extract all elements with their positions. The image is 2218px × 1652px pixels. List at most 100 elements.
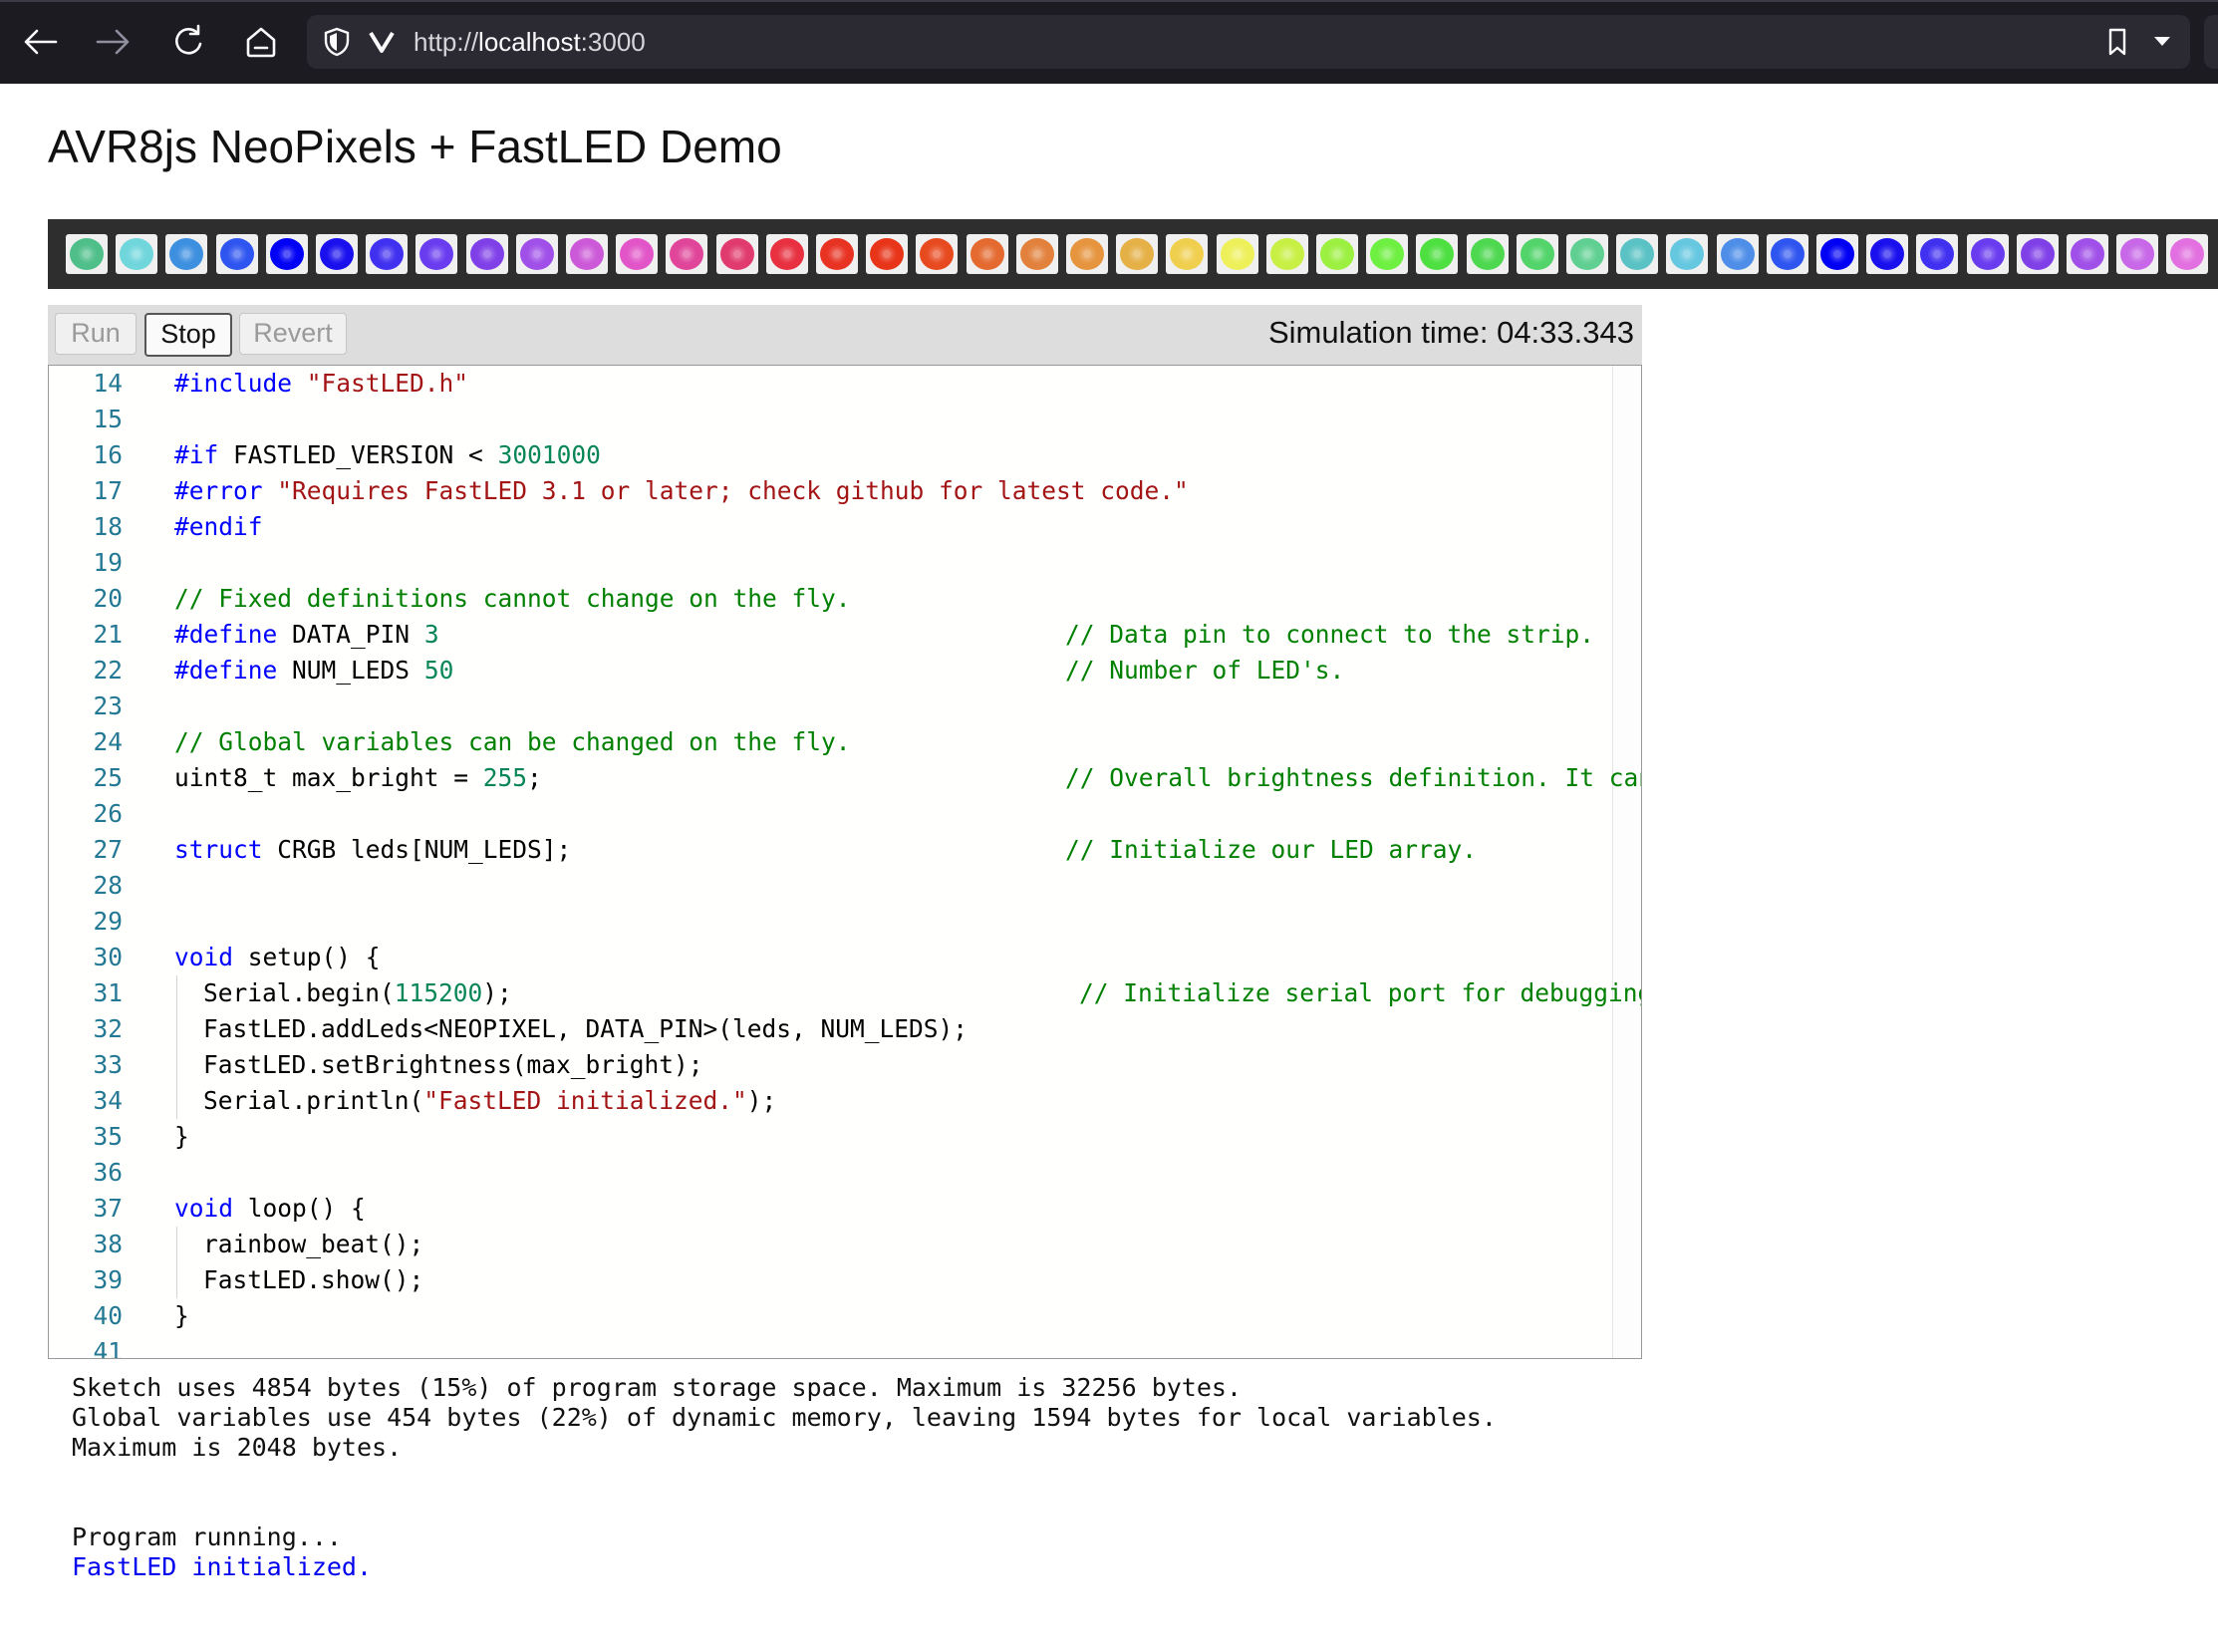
home-icon[interactable] — [241, 22, 281, 62]
neopixel-led — [1366, 234, 1409, 274]
toolbar-edge-button[interactable] — [2204, 15, 2218, 69]
line-number: 14 — [93, 369, 123, 398]
led-light — [970, 238, 1004, 270]
code-line: 30 void setup() { — [49, 940, 1641, 975]
led-light — [670, 238, 704, 270]
line-number: 16 — [93, 440, 123, 469]
simulation-time: Simulation time: 04:33.343 — [1267, 315, 1634, 350]
led-light — [1019, 238, 1054, 270]
led-chip — [1032, 250, 1041, 258]
output-line: Maximum is 2048 bytes. — [72, 1433, 403, 1462]
led-chip — [633, 250, 642, 258]
code-line: 36 — [49, 1155, 1641, 1191]
code-line: 17 #error "Requires FastLED 3.1 or later;… — [49, 473, 1641, 509]
led-chip — [782, 250, 791, 258]
code-line: 14 #include "FastLED.h" — [49, 366, 1641, 402]
neopixel-led — [1416, 234, 1459, 274]
line-number: 37 — [93, 1194, 123, 1223]
url-text[interactable]: http://localhost:3000 — [414, 27, 646, 58]
shield-icon[interactable] — [323, 27, 351, 62]
led-light — [920, 238, 955, 270]
led-light — [519, 238, 554, 270]
led-chip — [383, 250, 392, 258]
url-bar[interactable]: http://localhost:3000 — [307, 15, 2190, 69]
led-chip — [182, 250, 191, 258]
led-light — [1269, 238, 1304, 270]
line-number: 23 — [93, 691, 123, 720]
chrome-top-border — [0, 0, 2218, 2]
led-chip — [482, 250, 491, 258]
code-editor[interactable]: 14 #include "FastLED.h" 15 16 #if FASTLED_… — [48, 365, 1642, 1359]
led-light — [370, 238, 405, 270]
led-chip — [1083, 250, 1091, 258]
indent-guide — [176, 1083, 177, 1119]
neopixel-led — [966, 234, 1008, 274]
led-light — [1170, 238, 1205, 270]
led-light — [1520, 238, 1554, 270]
neopixel-led — [215, 234, 258, 274]
page-title: AVR8js NeoPixels + FastLED Demo — [48, 121, 782, 172]
code-line: 20// Fixed definitions cannot change on … — [49, 581, 1641, 617]
line-number: 25 — [93, 763, 123, 792]
indent-guide — [176, 1011, 177, 1047]
code-line: 25 uint8_t max_bright = 255;// Overall br… — [49, 760, 1641, 796]
back-arrow-icon[interactable] — [20, 22, 60, 62]
code-line: 27 struct CRGB leds[NUM_LEDS];// Initiali… — [49, 832, 1641, 868]
line-number: 33 — [93, 1050, 123, 1079]
neopixel-led — [1566, 234, 1608, 274]
led-chip — [1383, 250, 1392, 258]
led-chip — [83, 250, 91, 258]
reload-icon[interactable] — [167, 22, 207, 62]
led-light — [620, 238, 655, 270]
v-logo-icon — [369, 29, 395, 60]
line-number: 32 — [93, 1014, 123, 1043]
line-number: 22 — [93, 656, 123, 685]
neopixel-led — [916, 234, 959, 274]
led-light — [1570, 238, 1604, 270]
led-chip — [232, 250, 241, 258]
neopixel-led — [1466, 234, 1509, 274]
code-line: 16 #if FASTLED_VERSION < 3001000 — [49, 437, 1641, 473]
code-line: 37 void loop() { — [49, 1191, 1641, 1227]
line-number: 36 — [93, 1158, 123, 1187]
neopixel-strip — [48, 219, 2218, 289]
neopixel-led — [165, 234, 208, 274]
neopixel-led — [515, 234, 558, 274]
stop-button[interactable]: Stop — [144, 313, 232, 357]
neopixel-led — [816, 234, 858, 274]
line-number: 21 — [93, 620, 123, 649]
neopixel-led — [1916, 234, 1959, 274]
bookmark-icon[interactable] — [2106, 27, 2128, 62]
run-button[interactable]: Run — [55, 313, 137, 355]
led-chip — [1733, 250, 1742, 258]
neopixel-led — [2166, 234, 2209, 274]
chevron-down-icon[interactable] — [2152, 35, 2172, 54]
code-line: 19 — [49, 545, 1641, 581]
url-port: :3000 — [580, 27, 646, 57]
led-light — [1670, 238, 1705, 270]
code-line: 39 FastLED.show(); — [49, 1262, 1641, 1298]
code-line: 26 — [49, 796, 1641, 832]
neopixel-led — [1616, 234, 1659, 274]
neopixel-led — [2016, 234, 2059, 274]
led-light — [419, 238, 454, 270]
led-chip — [583, 250, 591, 258]
revert-button[interactable]: Revert — [239, 313, 347, 355]
forward-arrow-icon[interactable] — [94, 22, 134, 62]
led-chip — [1433, 250, 1442, 258]
line-number: 35 — [93, 1122, 123, 1151]
led-light — [1420, 238, 1455, 270]
code-line: 31 Serial.begin(115200);// Initialize ser… — [49, 975, 1641, 1011]
line-number: 15 — [93, 405, 123, 433]
url-host: localhost — [478, 27, 581, 57]
led-chip — [732, 250, 741, 258]
led-light — [169, 238, 204, 270]
simulation-toolbar: Run Stop Revert Simulation time: 04:33.3… — [48, 305, 1642, 365]
led-light — [219, 238, 254, 270]
neopixel-led — [1316, 234, 1358, 274]
neopixel-led — [1066, 234, 1108, 274]
code-line: 35} — [49, 1119, 1641, 1155]
neopixel-led — [616, 234, 659, 274]
led-light — [1320, 238, 1354, 270]
led-light — [70, 238, 104, 270]
